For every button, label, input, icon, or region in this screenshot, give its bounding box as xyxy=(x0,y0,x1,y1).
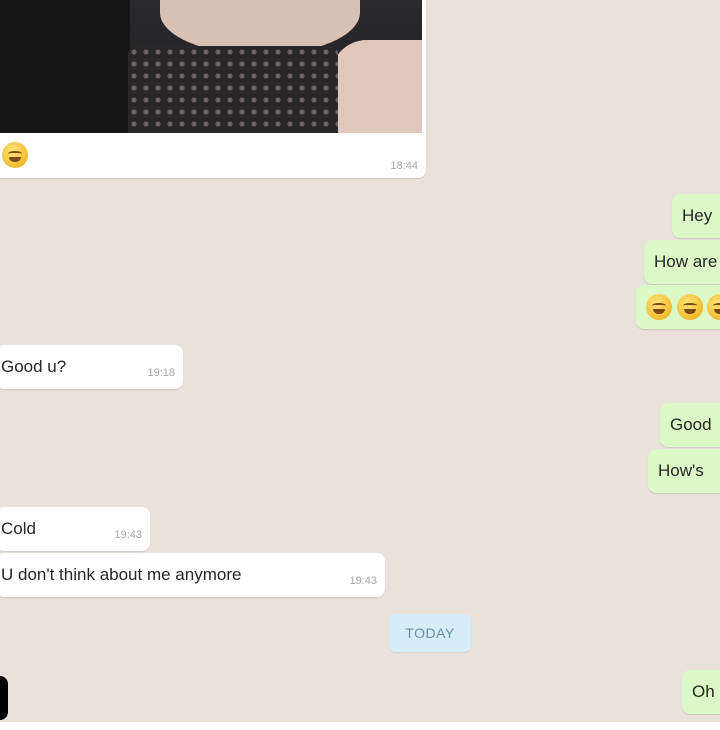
grinning-face-icon xyxy=(707,294,720,320)
incoming-message[interactable]: U don't think about me anymore 19:43 xyxy=(0,553,385,597)
message-text: Hey xyxy=(682,206,713,225)
bottom-border xyxy=(0,722,720,730)
message-timestamp: 19:18 xyxy=(147,367,175,379)
incoming-message[interactable]: Good u? 19:18 xyxy=(0,345,183,389)
message-text: Good u? xyxy=(1,357,67,376)
photo-thumbnail[interactable] xyxy=(0,0,422,133)
message-text: Oh xyxy=(692,682,715,701)
chat-area: 18:44 Hey How are Good u? 19:18 Good How… xyxy=(0,0,720,722)
outgoing-message[interactable]: Hey xyxy=(672,194,720,238)
photo-dark-area xyxy=(0,0,130,133)
outgoing-emoji-message[interactable] xyxy=(636,285,720,329)
incoming-message[interactable]: Cold 19:43 xyxy=(0,507,150,551)
message-text: U don't think about me anymore xyxy=(1,565,242,584)
message-text: Cold xyxy=(1,519,36,538)
message-timestamp: 19:43 xyxy=(114,529,142,541)
outgoing-message[interactable]: Good xyxy=(660,403,720,447)
photo-lace-area xyxy=(128,46,338,133)
cropped-element xyxy=(0,676,8,720)
outgoing-message[interactable]: Oh xyxy=(682,670,720,714)
message-text: How's xyxy=(658,461,704,480)
message-timestamp: 18:44 xyxy=(390,160,418,172)
grinning-face-icon xyxy=(2,142,28,168)
grinning-face-icon xyxy=(676,294,703,320)
photo-skin-area-right xyxy=(330,40,422,133)
message-text: How are xyxy=(654,252,718,271)
message-timestamp: 19:43 xyxy=(349,575,377,587)
grinning-face-icon xyxy=(646,294,672,320)
outgoing-message[interactable]: How are xyxy=(644,240,720,284)
message-text: Good xyxy=(670,415,712,434)
outgoing-message[interactable]: How's xyxy=(648,449,720,493)
date-separator: TODAY xyxy=(389,614,471,652)
image-message[interactable]: 18:44 xyxy=(0,0,426,178)
